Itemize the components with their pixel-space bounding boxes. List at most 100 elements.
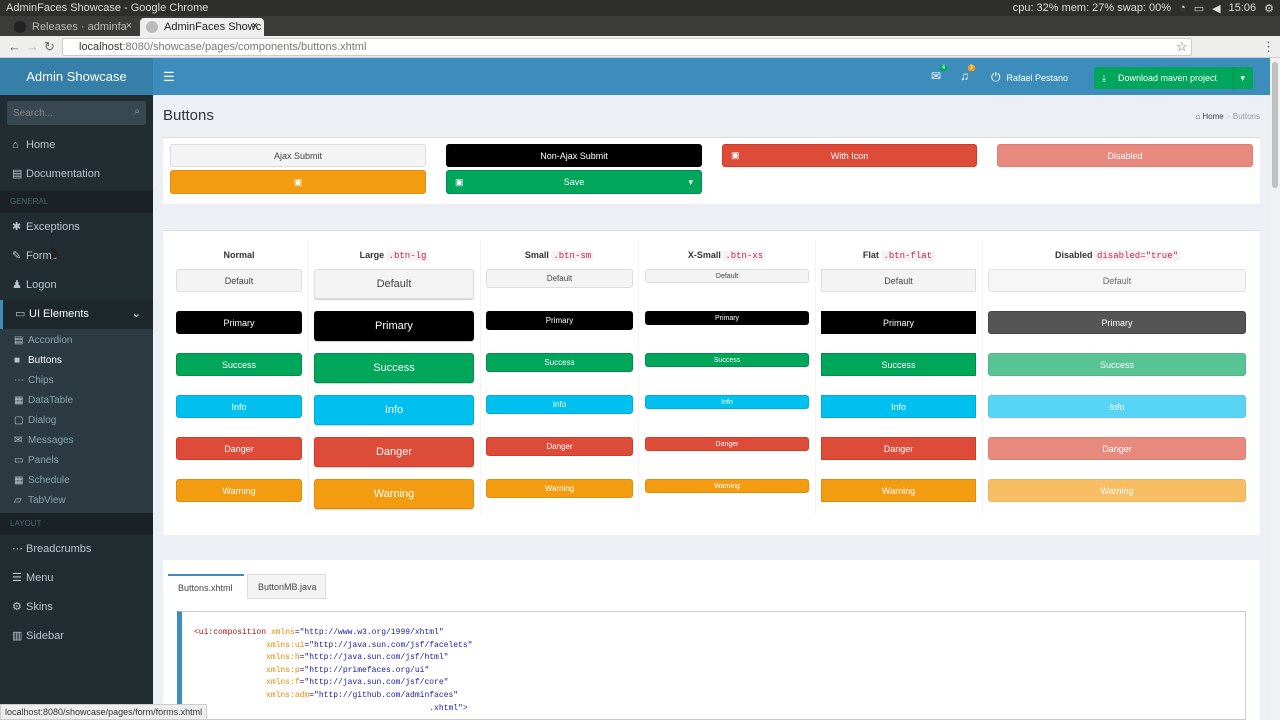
- warning-small-button[interactable]: Warning: [486, 479, 633, 498]
- close-tab-icon[interactable]: ×: [126, 20, 132, 32]
- breadcrumb-home[interactable]: Home: [1202, 112, 1223, 121]
- sidebar-item-menu[interactable]: ☰ Menu: [0, 564, 153, 593]
- sidebar-item-label: TabView: [28, 495, 66, 506]
- browser-tab-showcase[interactable]: AdminFaces Showc ×: [140, 18, 264, 36]
- default-flat-button[interactable]: Default: [821, 269, 976, 292]
- danger-normal-button[interactable]: Danger: [176, 437, 302, 460]
- calendar-icon: ▦: [14, 475, 24, 486]
- reload-icon[interactable]: ↻: [44, 39, 55, 55]
- volume-icon[interactable]: ◀: [1212, 2, 1220, 15]
- primary-normal-button[interactable]: Primary: [176, 311, 302, 334]
- warning-flat-button[interactable]: Warning: [821, 479, 976, 502]
- battery-icon[interactable]: ▭: [1194, 2, 1204, 15]
- settings-icon[interactable]: ⚙: [1264, 2, 1274, 15]
- ajax-submit-button[interactable]: Ajax Submit: [170, 144, 426, 167]
- info-flat-button[interactable]: Info: [821, 395, 976, 418]
- icon-only-save-button[interactable]: ▣: [170, 170, 426, 194]
- clock[interactable]: 15:06: [1229, 2, 1257, 14]
- menu-icon[interactable]: ⋮: [1262, 39, 1275, 55]
- bell-icon[interactable]: ♫ 3: [960, 65, 975, 83]
- sidebar-item-skins[interactable]: ⚙ Skins: [0, 593, 153, 622]
- primary-large-button[interactable]: Primary: [314, 311, 474, 341]
- forward-icon[interactable]: →: [26, 39, 39, 54]
- default-large-button[interactable]: Default: [314, 269, 474, 299]
- sidebar-item-home[interactable]: ⌂ Home: [0, 131, 153, 160]
- warning-large-button[interactable]: Warning: [314, 479, 474, 509]
- danger-flat-button[interactable]: Danger: [821, 437, 976, 460]
- tab-buttonmb-java[interactable]: ButtonMB.java: [247, 574, 326, 599]
- sidebar-sub-panels[interactable]: ▭ Panels: [0, 451, 153, 471]
- danger-xsmall-button[interactable]: Danger: [645, 437, 809, 451]
- sidebar-item-forms[interactable]: ✎ Forms: [0, 242, 153, 271]
- default-normal-button[interactable]: Default: [176, 269, 302, 292]
- with-icon-button[interactable]: ▣ With Icon: [722, 144, 977, 167]
- success-large-button[interactable]: Success: [314, 353, 474, 383]
- mail-badge: 4: [939, 65, 948, 71]
- sidebar-sub-messages[interactable]: ✉ Messages: [0, 431, 153, 451]
- column-name: Large: [359, 250, 385, 260]
- info-normal-button[interactable]: Info: [176, 395, 302, 418]
- sidebar-item-logon[interactable]: ♟ Logon: [0, 271, 153, 300]
- sidebar-item-ui-elements[interactable]: ▭ UI Elements ⌄: [0, 300, 153, 329]
- folder-icon: ▱: [14, 495, 22, 506]
- caret-down-icon[interactable]: ▾: [1233, 67, 1245, 89]
- save-split-button[interactable]: ▣ Save ▾: [446, 170, 702, 194]
- url-field[interactable]: localhost:8080/showcase/pages/components…: [62, 38, 1192, 56]
- sidebar-sub-datatable[interactable]: ▦ DataTable: [0, 391, 153, 411]
- success-small-button[interactable]: Success: [486, 353, 633, 372]
- sidebar-item-label: Breadcrumbs: [26, 543, 92, 555]
- download-icon: ⤓: [1102, 73, 1106, 83]
- user-menu[interactable]: ⏻ Rafael Pestano: [991, 70, 1068, 85]
- success-normal-button[interactable]: Success: [176, 353, 302, 376]
- default-small-button[interactable]: Default: [486, 269, 633, 288]
- close-tab-icon[interactable]: ×: [252, 20, 258, 32]
- info-small-button[interactable]: Info: [486, 395, 633, 414]
- sidebar-item-label: Messages: [28, 435, 74, 446]
- danger-small-button[interactable]: Danger: [486, 437, 633, 456]
- info-large-button[interactable]: Info: [314, 395, 474, 425]
- sidebar-sub-accordion[interactable]: ▤ Accordion: [0, 329, 153, 351]
- success-flat-button[interactable]: Success: [821, 353, 976, 376]
- save-icon: ▣: [455, 176, 464, 187]
- sidebar-item-sidebar[interactable]: ▥ Sidebar: [0, 622, 153, 651]
- back-icon[interactable]: ←: [8, 39, 21, 54]
- search-input[interactable]: Search... ⌕: [7, 101, 146, 125]
- wifi-icon[interactable]: ◔: [1179, 2, 1186, 14]
- primary-xsmall-button[interactable]: Primary: [645, 311, 809, 325]
- danger-large-button[interactable]: Danger: [314, 437, 474, 467]
- home-icon: ⌂: [12, 139, 19, 151]
- sidebar-item-documentation[interactable]: ▤ Documentation: [0, 160, 153, 189]
- sidebar-item-breadcrumbs[interactable]: ⋯ Breadcrumbs: [0, 535, 153, 564]
- brand-logo[interactable]: Admin Showcase: [0, 58, 153, 95]
- primary-small-button[interactable]: Primary: [486, 311, 633, 330]
- ellipsis-icon: ⋯: [12, 543, 23, 555]
- browser-status-bar: localhost:8080/showcase/pages/form/forms…: [0, 704, 208, 720]
- primary-flat-button[interactable]: Primary: [821, 311, 976, 334]
- sidebar-sub-buttons[interactable]: ■ Buttons: [0, 351, 153, 371]
- edit-icon: ✎: [12, 250, 22, 262]
- page-scrollbar[interactable]: [1270, 58, 1280, 720]
- sidebar-sub-schedule[interactable]: ▦ Schedule: [0, 471, 153, 491]
- warning-normal-button[interactable]: Warning: [176, 479, 302, 502]
- sidebar-sub-dialog[interactable]: ▢ Dialog: [0, 411, 153, 431]
- browser-tab-strip: Releases · adminfa × AdminFaces Showc ×: [0, 16, 1280, 36]
- star-icon[interactable]: ☆: [1176, 39, 1188, 55]
- github-icon: [14, 21, 26, 33]
- url-path: :8080/showcase/pages/components/buttons.…: [122, 41, 367, 53]
- non-ajax-submit-button[interactable]: Non-Ajax Submit: [446, 144, 702, 167]
- envelope-icon[interactable]: ✉ 4: [931, 65, 948, 83]
- caret-down-icon[interactable]: ▾: [688, 177, 693, 188]
- search-icon[interactable]: ⌕: [134, 106, 140, 117]
- hamburger-menu-icon[interactable]: ☰: [163, 69, 175, 85]
- sidebar-sub-tabview[interactable]: ▱ TabView: [0, 491, 153, 513]
- browser-tab-releases[interactable]: Releases · adminfa ×: [8, 18, 138, 36]
- sidebar-sub-chips[interactable]: ⋯ Chips: [0, 371, 153, 391]
- warning-xsmall-button[interactable]: Warning: [645, 479, 809, 493]
- success-xsmall-button[interactable]: Success: [645, 353, 809, 367]
- book-icon: ▤: [12, 168, 23, 180]
- info-xsmall-button[interactable]: Info: [645, 395, 809, 409]
- tab-buttons-xhtml[interactable]: Buttons.xhtml: [168, 574, 244, 599]
- download-button[interactable]: ⤓ Download maven project ▾: [1094, 67, 1253, 89]
- sidebar-item-exceptions[interactable]: ✱ Exceptions: [0, 213, 153, 242]
- default-xsmall-button[interactable]: Default: [645, 269, 809, 283]
